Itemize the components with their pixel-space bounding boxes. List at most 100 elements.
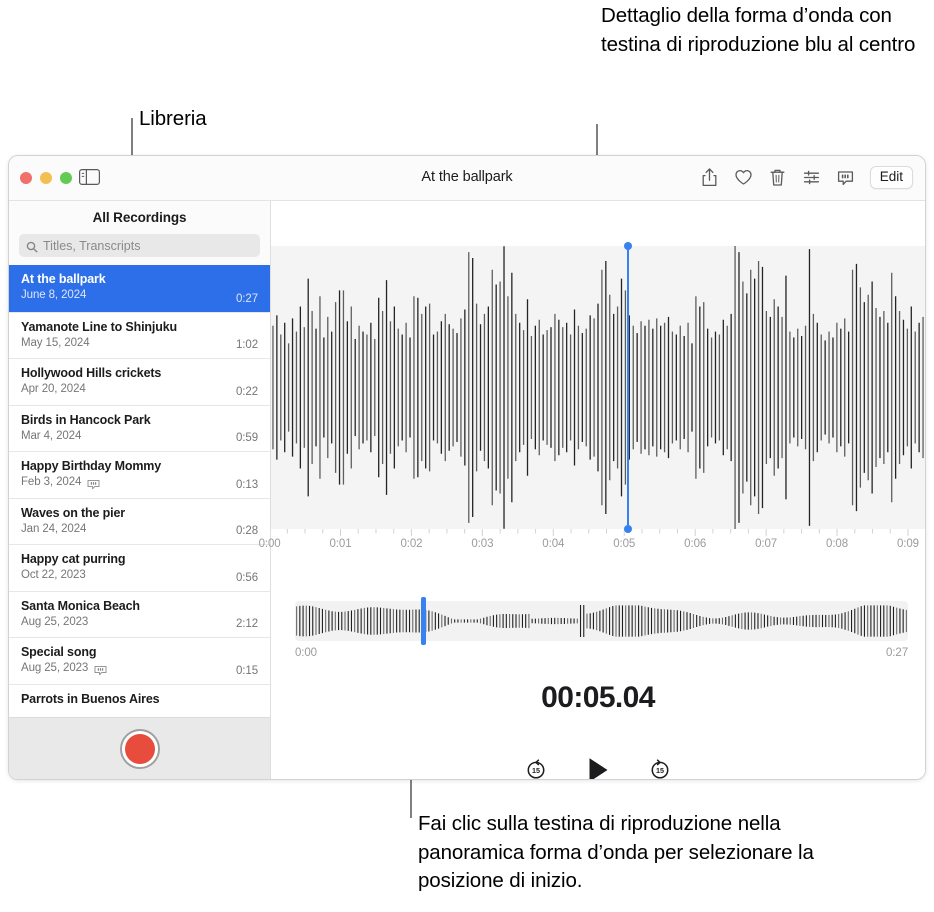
recording-date: May 15, 2024 xyxy=(21,336,90,349)
svg-text:15: 15 xyxy=(656,766,664,775)
toolbar: Edit xyxy=(700,166,913,189)
waveform-overview-container: 0:00 0:27 xyxy=(295,597,908,659)
heart-icon[interactable] xyxy=(734,167,753,188)
share-icon[interactable] xyxy=(700,167,719,188)
search-container xyxy=(9,234,270,265)
ruler-label: 0:03 xyxy=(471,538,494,550)
recording-date: Aug 25, 2023 xyxy=(21,662,89,674)
recording-row[interactable]: Parrots in Buenos Aires xyxy=(9,683,270,718)
recording-subrow: Aug 25, 2023 xyxy=(21,661,258,676)
waveform-detail-svg xyxy=(272,246,924,529)
playhead-overview[interactable] xyxy=(420,597,426,645)
timeline-ruler: 0:00 0:01 0:02 0:03 0:04 0:05 0:06 0:07 0:08 0:09 xyxy=(259,529,925,561)
recording-row[interactable]: Birds in Hancock Park Mar 4, 2024 0:59 xyxy=(9,404,270,452)
time-display: 00:05.04 xyxy=(541,681,655,714)
recording-row[interactable]: Waves on the pier Jan 24, 2024 0:28 xyxy=(9,497,270,545)
overview-start-label: 0:00 xyxy=(295,647,317,659)
recording-row[interactable]: Hollywood Hills crickets Apr 20, 2024 0:22 xyxy=(9,358,270,405)
recording-date: Oct 22, 2023 xyxy=(21,569,86,581)
recording-title: Special song xyxy=(21,645,97,659)
recording-subrow: Aug 25, 2023 xyxy=(21,615,258,630)
enhance-icon[interactable] xyxy=(802,167,821,188)
voice-memos-window: At the ballpark Edit All Recordings Titl… xyxy=(8,155,926,780)
waveform-overview[interactable] xyxy=(295,601,908,641)
transcript-icon[interactable] xyxy=(836,167,855,188)
ruler-label: 0:08 xyxy=(826,538,849,550)
recording-duration: 2:12 xyxy=(236,618,258,630)
callout-overview-playhead: Fai clic sulla testina di riproduzione n… xyxy=(418,812,814,892)
recording-title: Yamanote Line to Shinjuku xyxy=(21,319,177,334)
record-button[interactable] xyxy=(119,728,160,769)
recordings-list[interactable]: At the ballpark June 8, 2024 0:27 Yamanote … xyxy=(9,265,270,717)
recording-title: Birds in Hancock Park xyxy=(21,412,151,427)
recording-subrow: May 15, 2024 xyxy=(21,336,258,351)
ruler-label: 0:05 xyxy=(613,538,636,550)
recording-title: Santa Monica Beach xyxy=(21,598,140,613)
recording-row[interactable]: Special song Aug 25, 2023 0:15 xyxy=(9,637,270,684)
detail-pane: 0:00 0:01 0:02 0:03 0:04 0:05 0:06 0:07 0:08 0:09… xyxy=(259,201,925,779)
callout-waveform-detail: Dettaglio della forma d’onda con testina… xyxy=(601,4,916,56)
transcript-badge-icon xyxy=(87,477,100,490)
recording-duration: 0:22 xyxy=(236,385,258,398)
skip-back-15-icon[interactable]: 15 xyxy=(525,759,547,779)
tutorial-figure: Dettaglio della forma d’onda con testina… xyxy=(0,0,934,912)
ruler-label: 0:04 xyxy=(542,538,565,550)
edit-button[interactable]: Edit xyxy=(869,166,913,189)
search-icon xyxy=(26,240,38,252)
recording-duration: 0:13 xyxy=(236,478,258,491)
recording-date: Apr 20, 2024 xyxy=(21,383,86,395)
search-input[interactable] xyxy=(43,238,253,253)
recording-date: Jan 24, 2024 xyxy=(21,522,87,535)
callout-library: Libreria xyxy=(139,107,207,130)
ruler-label: 0:01 xyxy=(329,538,352,550)
recording-row[interactable]: Happy Birthday Mommy Feb 3, 2024 0:13 xyxy=(9,451,270,498)
recording-row[interactable]: Happy cat purring Oct 22, 2023 0:56 xyxy=(9,544,270,591)
sidebar: All Recordings At the ballpark June 8, 20… xyxy=(9,201,271,779)
recording-subrow: Apr 20, 2024 xyxy=(21,382,258,397)
recording-date: Feb 3, 2024 xyxy=(21,476,82,488)
recording-duration: 0:27 xyxy=(236,292,258,305)
play-button[interactable] xyxy=(585,756,611,779)
recording-subrow: Feb 3, 2024 xyxy=(21,475,258,490)
playhead-detail[interactable] xyxy=(624,242,633,533)
window-body: All Recordings At the ballpark June 8, 20… xyxy=(9,201,925,779)
ruler-label: 0:00 xyxy=(258,538,281,550)
record-dot-icon xyxy=(124,733,155,764)
recording-date: June 8, 2024 xyxy=(21,289,87,301)
recording-duration: 0:56 xyxy=(236,571,258,584)
recording-title: Waves on the pier xyxy=(21,505,125,520)
recording-row[interactable]: Yamanote Line to Shinjuku May 15, 2024 1:0… xyxy=(9,311,270,359)
recording-date: Aug 25, 2023 xyxy=(21,615,89,628)
ruler-label: 0:06 xyxy=(684,538,707,550)
recording-title: At the ballpark xyxy=(21,272,106,286)
trash-icon[interactable] xyxy=(768,167,787,188)
recording-title: Happy Birthday Mommy xyxy=(21,459,162,473)
skip-forward-15-icon[interactable]: 15 xyxy=(649,759,671,779)
svg-text:15: 15 xyxy=(532,766,540,775)
transcript-badge-icon xyxy=(94,663,107,676)
overview-end-label: 0:27 xyxy=(886,647,908,659)
recording-row[interactable]: Santa Monica Beach Aug 25, 2023 2:12 xyxy=(9,590,270,638)
recording-subrow: June 8, 2024 xyxy=(21,288,258,303)
record-bar xyxy=(9,717,270,779)
recording-subrow: Mar 4, 2024 xyxy=(21,429,258,444)
recording-subrow: Oct 22, 2023 xyxy=(21,568,258,583)
ruler-label: 0:02 xyxy=(400,538,423,550)
transport-controls: 15 15 xyxy=(271,756,925,779)
recording-duration: 0:59 xyxy=(236,432,258,444)
recording-title: Parrots in Buenos Aires xyxy=(21,691,160,706)
recording-duration: 0:15 xyxy=(236,664,258,677)
recording-duration: 0:28 xyxy=(236,525,258,537)
recording-date: Mar 4, 2024 xyxy=(21,429,82,442)
recording-title: Hollywood Hills crickets xyxy=(21,366,162,380)
recording-row[interactable]: At the ballpark June 8, 2024 0:27 xyxy=(9,265,270,312)
window-titlebar: At the ballpark Edit xyxy=(9,156,925,201)
recording-subrow: Jan 24, 2024 xyxy=(21,522,258,537)
ruler-label: 0:09 xyxy=(896,538,919,550)
ruler-label: 0:07 xyxy=(755,538,778,550)
waveform-overview-svg xyxy=(296,605,907,637)
ruler-ticks xyxy=(286,529,909,536)
recording-duration: 1:02 xyxy=(236,339,258,351)
search-box[interactable] xyxy=(19,234,260,257)
waveform-detail[interactable] xyxy=(271,246,925,529)
